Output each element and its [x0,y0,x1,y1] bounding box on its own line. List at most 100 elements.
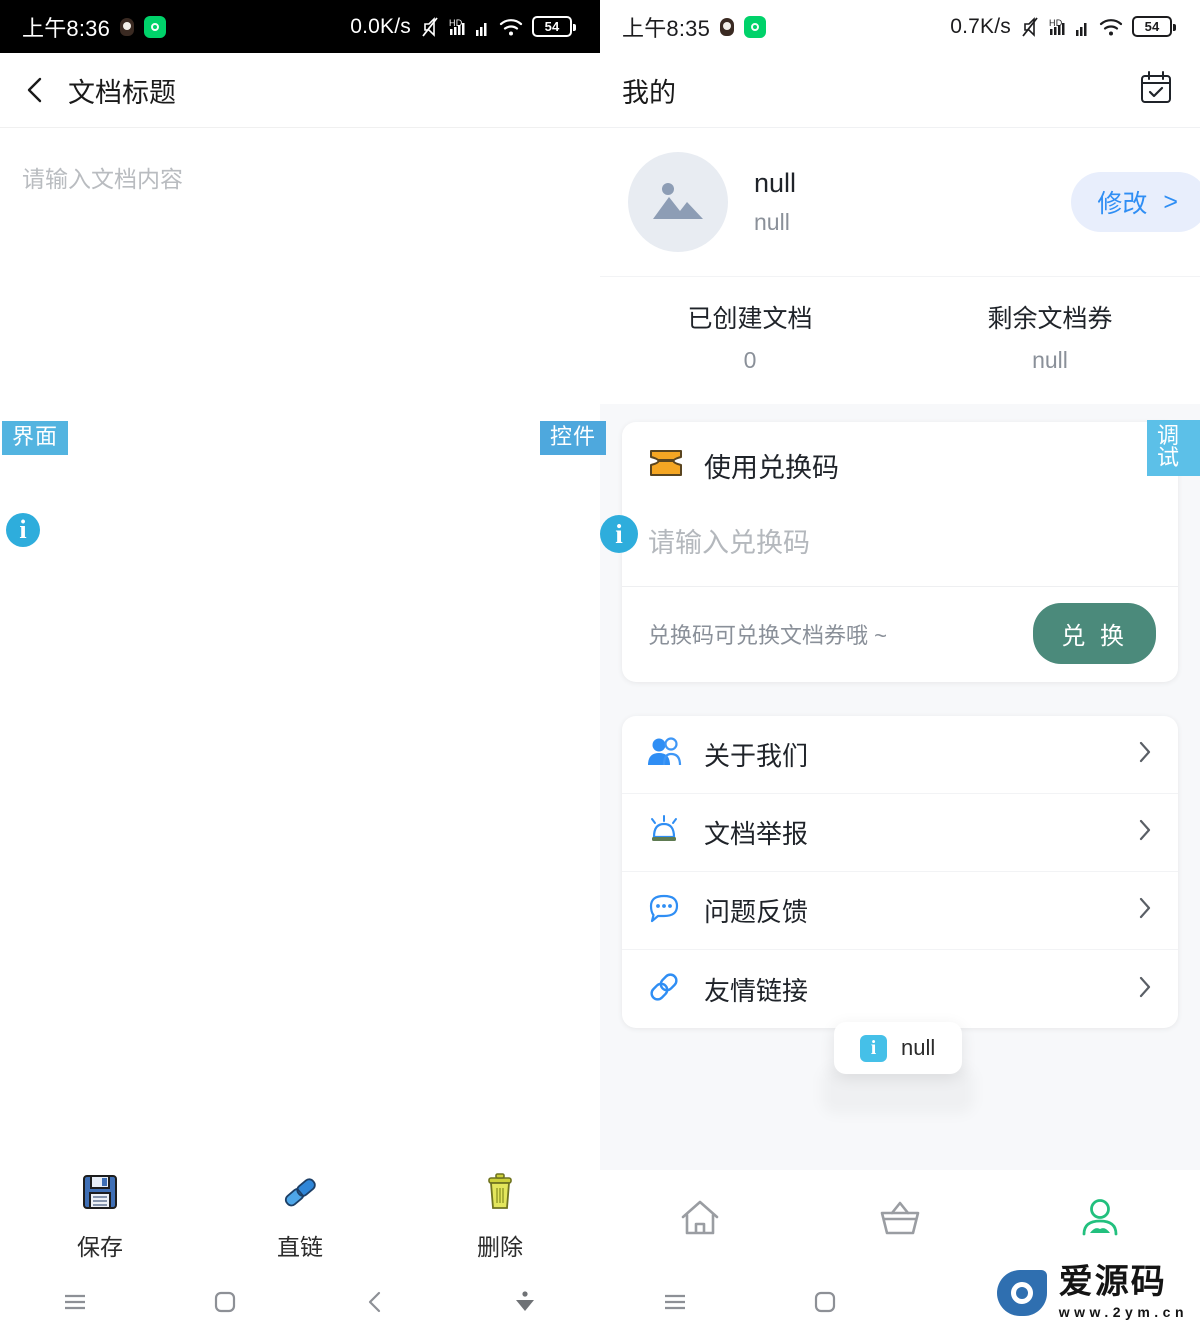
delete-label: 删除 [477,1233,523,1260]
info-circle-icon-left: i [6,513,40,547]
wifi-icon [1099,17,1123,37]
badge-interface: 界面 [2,421,69,455]
calendar-check-icon[interactable] [1138,70,1174,111]
menu-item-friend-links[interactable]: 友情链接 [622,950,1178,1028]
chevron-right-icon: > [1163,187,1178,216]
redeem-card-header: 使用兑换码 [622,422,1178,503]
document-toolbar: 保存 直链 删除 [0,1160,600,1270]
svg-text:HD: HD [449,18,463,28]
watermark-logo-icon [996,1269,1047,1316]
back-chevron-icon[interactable] [24,75,46,105]
direct-link-label: 直链 [277,1233,323,1260]
image-placeholder-icon [649,175,707,230]
chevron-right-icon [1136,816,1154,849]
home-square-icon[interactable] [750,1287,900,1317]
watermark: 爱源码 www.2ym.cn [996,1265,1188,1320]
redeem-hint: 兑换码可兑换文档券哦 ~ [648,622,887,648]
toast-message: i null [834,1022,962,1074]
floppy-disk-icon [77,1169,123,1220]
signal-icon [1076,18,1090,36]
hd-icon: HD [449,16,467,38]
battery-level: 54 [1144,19,1160,34]
tab-home[interactable] [600,1195,800,1246]
status-time: 上午8:36 [22,15,111,41]
menu-item-about-us[interactable]: 关于我们 [622,716,1178,794]
watermark-title: 爱源码 [1058,1263,1167,1301]
home-square-icon[interactable] [150,1287,300,1317]
menu-label: 问题反馈 [704,897,809,927]
qq-icon [718,16,736,38]
status-bar-right: 上午8:35 0.7K/s HD 54 [600,0,1200,53]
edit-profile-label: 修改 [1097,190,1148,218]
wifi-icon [499,17,523,37]
right-phone-panel: 上午8:35 0.7K/s HD 54 我的 null null 修改 > 已创… [600,0,1200,1334]
battery-icon: 54 [532,16,576,37]
status-bar-left: 上午8:36 0.0K/s HD 54 [0,0,600,53]
status-bar-left-group: 上午8:35 [600,11,767,43]
chevron-right-icon [1136,738,1154,771]
profile-subtitle: null [754,209,790,235]
watermark-texts: 爱源码 www.2ym.cn [1059,1265,1188,1320]
stats-row: 已创建文档 0 剩余文档券 null [600,276,1200,404]
save-label: 保存 [77,1233,123,1260]
trash-can-icon [477,1169,523,1220]
stat-label: 已创建文档 [687,305,813,333]
menu-label: 友情链接 [704,975,809,1006]
save-button[interactable]: 保存 [0,1169,200,1262]
badge-debug: 调试 [1147,420,1200,476]
basket-icon [876,1195,924,1246]
redeem-card-footer: 兑换码可兑换文档券哦 ~ 兑 换 [622,587,1178,682]
chat-bubble-icon [646,892,682,929]
redeem-card: 使用兑换码 请输入兑换码 兑换码可兑换文档券哦 ~ 兑 换 [622,422,1178,682]
redeem-button[interactable]: 兑 换 [1033,603,1156,664]
menu-item-report-document[interactable]: 文档举报 [622,794,1178,872]
page-title: 文档标题 [68,77,176,108]
left-phone-panel: 上午8:36 0.0K/s HD 54 文档标题 请输入文档内容 保存 直链 删… [0,0,600,1334]
chevron-right-icon [1136,973,1154,1006]
tab-basket[interactable] [800,1195,1000,1246]
menu-card: 关于我们 文档举报 问题反馈 友情链接 [622,716,1178,1028]
document-editor[interactable]: 请输入文档内容 [0,128,600,194]
svg-text:HD: HD [1049,18,1063,28]
battery-level: 54 [544,19,560,34]
profile-row: null null 修改 > [600,128,1200,276]
back-icon[interactable] [300,1287,450,1317]
delete-button[interactable]: 删除 [400,1169,600,1262]
hd-icon: HD [1049,16,1067,38]
status-bar-right-group: 0.7K/s HD 54 [950,0,1176,53]
info-square-icon: i [860,1034,887,1062]
mute-icon [420,16,440,38]
menu-label: 文档举报 [704,819,809,849]
stat-remaining-coupons: 剩余文档券 null [900,299,1200,374]
chevron-right-icon [1136,894,1154,927]
toast-text: null [901,1035,936,1060]
qq-icon [118,16,136,38]
network-speed: 0.7K/s [950,14,1011,38]
profile-text: null null [754,168,796,236]
person-icon [1076,1195,1124,1246]
direct-link-button[interactable]: 直链 [200,1169,400,1262]
chain-link-icon [277,1169,323,1220]
document-content-placeholder: 请输入文档内容 [22,166,183,192]
menu-icon[interactable] [0,1290,150,1314]
badge-widget: 控件 [540,421,607,455]
stat-value: null [1032,347,1068,373]
keyboard-hide-icon[interactable] [450,1287,600,1317]
alarm-light-icon [646,814,682,851]
avatar[interactable] [628,152,728,252]
tab-profile[interactable] [1000,1195,1200,1246]
ticket-icon [648,448,684,483]
stat-value: 0 [743,347,757,373]
redeem-card-title: 使用兑换码 [704,453,839,483]
edit-profile-button[interactable]: 修改 > [1071,172,1200,232]
menu-item-feedback[interactable]: 问题反馈 [622,872,1178,950]
stat-label: 剩余文档券 [987,305,1113,333]
android-navbar-left [0,1270,600,1334]
dual-phone-screenshot: 上午8:36 0.0K/s HD 54 文档标题 请输入文档内容 保存 直链 删… [0,0,1200,1334]
people-icon [646,736,682,773]
menu-icon[interactable] [600,1290,750,1314]
mute-icon [1020,16,1040,38]
redeem-code-input[interactable]: 请输入兑换码 [622,503,1178,587]
document-header: 文档标题 [0,53,600,128]
mine-header: 我的 [600,53,1200,128]
